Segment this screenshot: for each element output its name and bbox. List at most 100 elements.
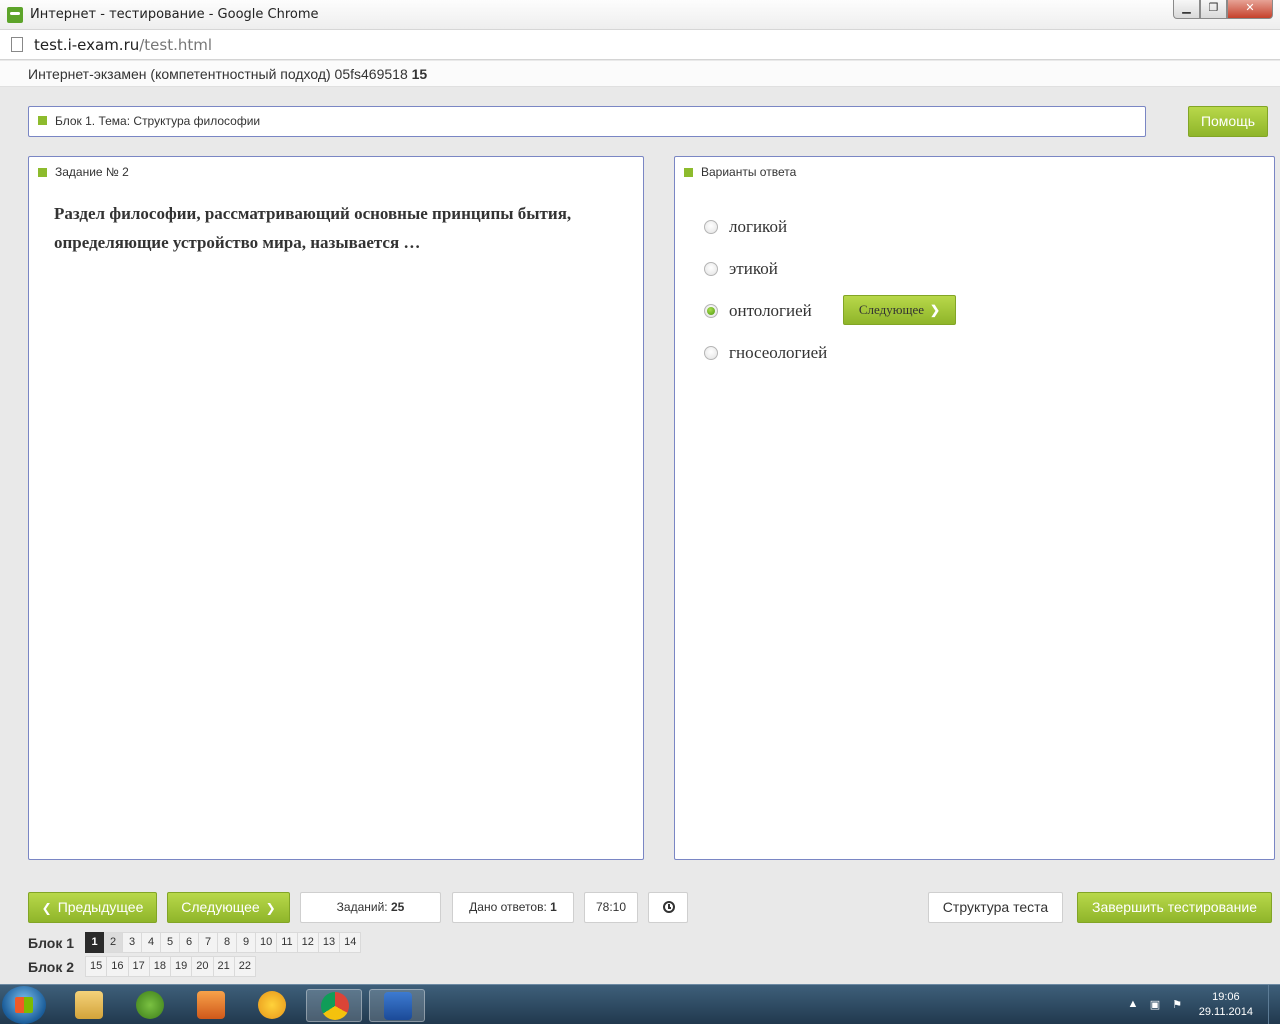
radio-button-selected[interactable] <box>704 304 718 318</box>
timer-display: 78:10 <box>584 892 638 923</box>
exam-title: Интернет-экзамен (компетентностный подхо… <box>28 66 427 82</box>
test-structure-button[interactable]: Структура теста <box>928 892 1063 923</box>
explorer-taskbar-button[interactable] <box>61 989 117 1022</box>
address-bar[interactable]: test.i-exam.ru/test.html <box>0 30 1280 60</box>
network-icon[interactable]: ▣ <box>1148 998 1162 1012</box>
question-cell[interactable]: 3 <box>123 932 142 953</box>
taskbar-clock[interactable]: 19:06 29.11.2014 <box>1199 990 1253 1020</box>
mail-agent-taskbar-button[interactable] <box>244 989 300 1022</box>
question-cell[interactable]: 22 <box>234 956 256 977</box>
question-cell[interactable]: 9 <box>237 932 256 953</box>
answered-count-box: Дано ответов: 1 <box>452 892 574 923</box>
maximize-button[interactable]: ❐ <box>1200 0 1227 19</box>
show-desktop-button[interactable] <box>1268 985 1280 1024</box>
block-2-row: Блок 2 15 16 17 18 19 20 21 22 <box>28 956 256 977</box>
answered-count: 1 <box>550 900 557 914</box>
exam-number: 15 <box>411 66 428 82</box>
question-cell[interactable]: 18 <box>149 956 171 977</box>
question-cell[interactable]: 4 <box>142 932 161 953</box>
next-button[interactable]: Следующее ❯ <box>167 892 290 923</box>
topic-panel: Блок 1. Тема: Структура философии <box>28 106 1146 137</box>
radio-button[interactable] <box>704 262 718 276</box>
green-square-icon <box>38 168 47 177</box>
tasks-count: 25 <box>390 900 405 914</box>
finish-test-button[interactable]: Завершить тестирование <box>1077 892 1272 923</box>
question-cell[interactable]: 8 <box>218 932 237 953</box>
question-cell[interactable]: 16 <box>107 956 129 977</box>
chevron-right-icon: ❯ <box>265 901 276 915</box>
question-cell[interactable]: 6 <box>180 932 199 953</box>
question-cell[interactable]: 14 <box>340 932 362 953</box>
window-title: Интернет - тестирование - Google Chrome <box>30 7 319 22</box>
show-hidden-icons-icon[interactable]: ▲ <box>1126 998 1140 1012</box>
action-center-flag-icon[interactable]: ⚑ <box>1170 998 1184 1012</box>
window-controls: ▁ ❐ ✕ <box>1173 0 1273 19</box>
answer-label: гносеологией <box>729 343 828 362</box>
question-cell[interactable]: 19 <box>171 956 193 977</box>
exam-title-text: Интернет-экзамен (компетентностный подхо… <box>28 66 408 82</box>
mail-agent-icon <box>258 991 286 1019</box>
clock-icon <box>663 901 675 913</box>
question-cell[interactable]: 12 <box>297 932 319 953</box>
tasks-label: Заданий: <box>336 900 388 914</box>
question-cell[interactable]: 5 <box>161 932 180 953</box>
utorrent-taskbar-button[interactable] <box>122 989 178 1022</box>
task-caption: Задание № 2 <box>55 165 129 179</box>
block-1-cells: 1 2 3 4 5 6 7 8 9 10 11 12 13 14 <box>85 932 362 953</box>
question-cell[interactable]: 7 <box>199 932 218 953</box>
question-cell[interactable]: 20 <box>192 956 214 977</box>
block-2-cells: 15 16 17 18 19 20 21 22 <box>85 956 256 977</box>
question-cell[interactable]: 17 <box>128 956 150 977</box>
question-cell[interactable]: 2 <box>104 932 123 953</box>
minimize-button[interactable]: ▁ <box>1173 0 1200 19</box>
answers-panel: Варианты ответа логикой этикой онтологие… <box>674 156 1275 860</box>
close-button[interactable]: ✕ <box>1227 0 1273 19</box>
block-label: Блок 2 <box>28 958 75 975</box>
exam-header: Интернет-экзамен (компетентностный подхо… <box>0 61 1280 87</box>
word-icon <box>384 992 412 1020</box>
inline-next-button[interactable]: Следующее ❯ <box>843 295 956 325</box>
question-cell[interactable]: 1 <box>85 932 104 953</box>
task-panel: Задание № 2 Раздел философии, рассматрив… <box>28 156 644 860</box>
utorrent-icon <box>136 991 164 1019</box>
media-player-taskbar-button[interactable] <box>183 989 239 1022</box>
window-titlebar: Интернет - тестирование - Google Chrome … <box>0 0 1280 30</box>
question-text: Раздел философии, рассматривающий основн… <box>54 204 572 252</box>
answers-caption: Варианты ответа <box>701 165 797 179</box>
answer-option-1[interactable]: логикой <box>704 217 787 237</box>
app-favicon-icon <box>7 7 23 23</box>
chrome-taskbar-button[interactable] <box>306 989 362 1022</box>
media-player-icon <box>197 991 225 1019</box>
inline-next-label: Следующее <box>858 302 925 317</box>
clock-button[interactable] <box>648 892 688 923</box>
chevron-left-icon: ❮ <box>41 901 52 915</box>
radio-button[interactable] <box>704 346 718 360</box>
question-cell[interactable]: 15 <box>85 956 108 977</box>
help-button[interactable]: Помощь <box>1188 106 1268 137</box>
radio-button[interactable] <box>704 220 718 234</box>
url-field[interactable]: test.i-exam.ru/test.html <box>34 36 212 54</box>
question-cell[interactable]: 10 <box>256 932 278 953</box>
question-cell[interactable]: 11 <box>277 932 298 953</box>
word-taskbar-button[interactable] <box>369 989 425 1022</box>
answer-label: логикой <box>729 217 788 236</box>
previous-button[interactable]: ❮ Предыдущее <box>28 892 157 923</box>
green-square-icon <box>684 168 693 177</box>
answer-option-4[interactable]: гносеологией <box>704 343 827 363</box>
tasks-count-box: Заданий: 25 <box>300 892 441 923</box>
answer-option-3[interactable]: онтологией <box>704 301 812 321</box>
previous-label: Предыдущее <box>57 899 144 915</box>
next-label: Следующее <box>181 899 260 915</box>
block-label: Блок 1 <box>28 934 75 951</box>
question-cell[interactable]: 21 <box>213 956 235 977</box>
chrome-icon <box>321 992 349 1020</box>
question-cell[interactable]: 13 <box>318 932 341 953</box>
answer-label: онтологией <box>729 301 812 320</box>
folder-icon <box>75 991 103 1019</box>
answer-option-2[interactable]: этикой <box>704 259 778 279</box>
start-button[interactable] <box>2 986 46 1024</box>
windows-taskbar: ▲ ▣ ⚑ 19:06 29.11.2014 <box>0 984 1280 1024</box>
green-square-icon <box>38 116 47 125</box>
url-path: /test.html <box>139 36 213 54</box>
clock-time: 19:06 <box>1212 991 1240 1003</box>
